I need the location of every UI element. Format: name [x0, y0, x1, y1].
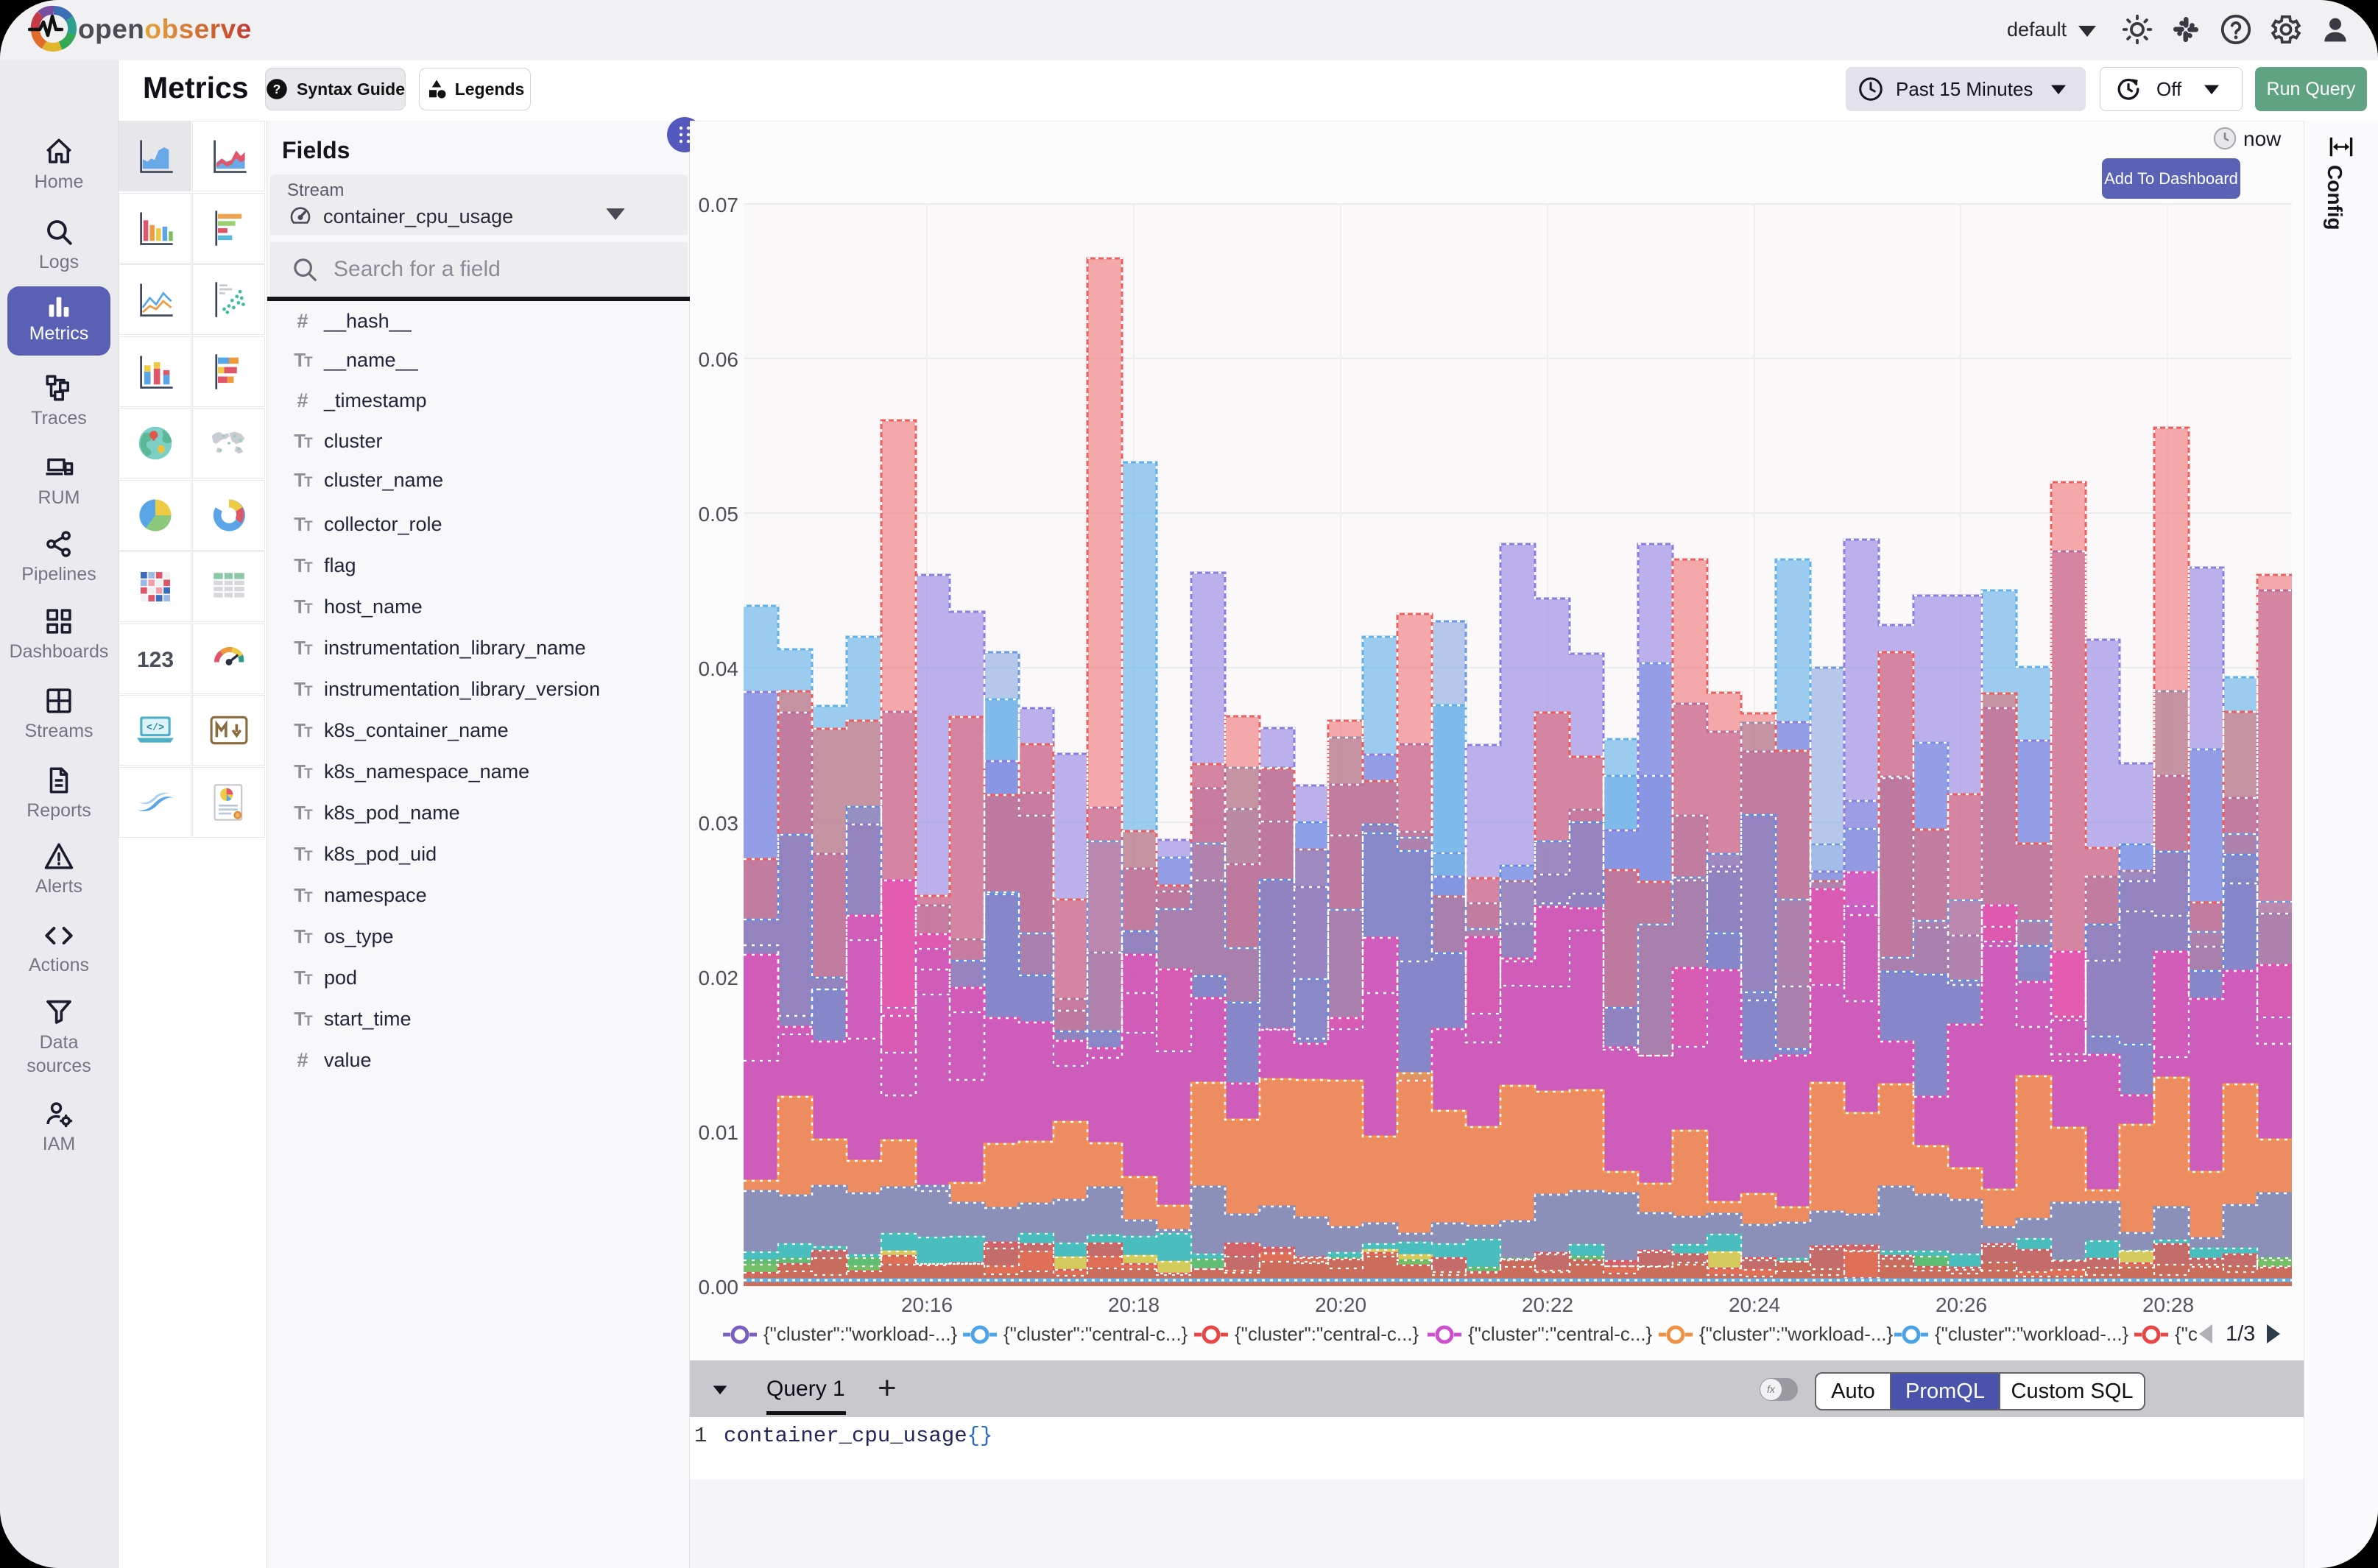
svg-text:?: ?: [273, 82, 281, 96]
svg-text:123: 123: [136, 648, 173, 672]
svg-text:</>: </>: [146, 723, 163, 734]
